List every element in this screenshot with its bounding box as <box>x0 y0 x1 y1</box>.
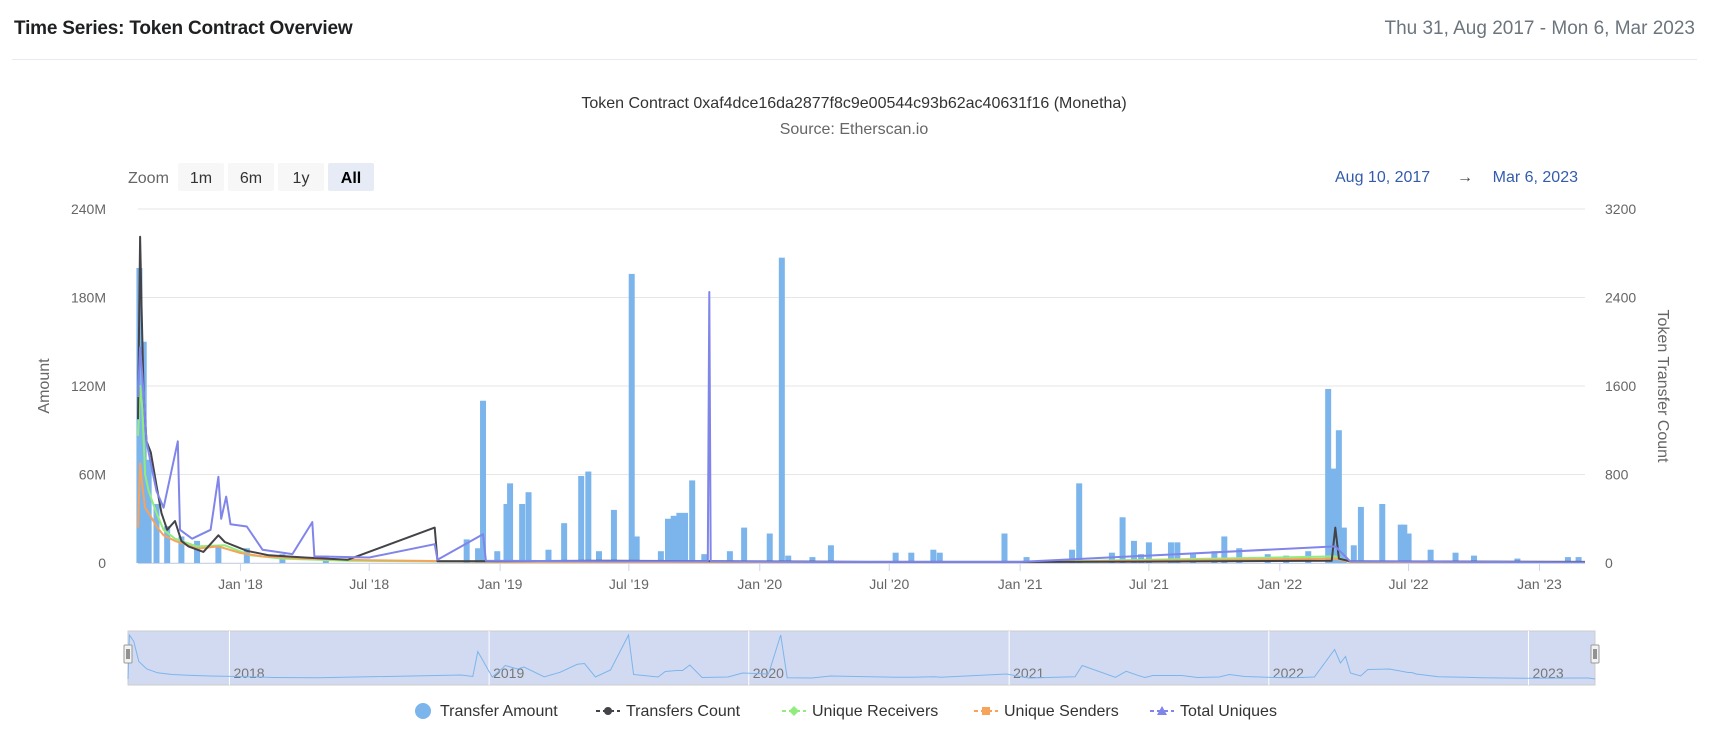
zoom-button-all-label: All <box>341 170 361 187</box>
zoom-button-6m-label: 6m <box>240 170 262 187</box>
y-left-tick-label: 240M <box>71 201 106 217</box>
legend-marker-icon <box>982 707 990 715</box>
y-right-tick-label: 0 <box>1605 555 1613 571</box>
transfer-amount-bar <box>585 471 592 563</box>
line-series <box>137 235 1586 564</box>
transfer-amount-bar <box>778 257 785 563</box>
navigator-handle-left[interactable] <box>123 644 133 664</box>
navigator-year-label: 2018 <box>233 665 264 681</box>
y-right-tick-label: 2400 <box>1605 290 1636 306</box>
range-from-input[interactable]: Aug 10, 2017 <box>1335 169 1430 186</box>
transfer-amount-bar <box>1001 533 1008 563</box>
transfer-amount-bar <box>610 509 617 563</box>
y-left-tick-label: 0 <box>98 555 106 571</box>
x-tick-label: Jan '18 <box>218 576 263 592</box>
transfers-count-line <box>137 235 1586 563</box>
y-right-tick-label: 1600 <box>1605 378 1636 394</box>
zoom-button-all[interactable]: All <box>328 163 374 191</box>
transfer-amount-bar <box>1325 388 1332 563</box>
y-right-tick-label: 800 <box>1605 467 1629 483</box>
plot-grid <box>138 208 1585 564</box>
legend-label: Transfers Count <box>626 703 741 720</box>
x-tick-label: Jul '20 <box>869 576 909 592</box>
legend-label: Transfer Amount <box>440 703 558 720</box>
range-arrow: → <box>1457 169 1473 186</box>
legend-marker-icon <box>604 707 612 715</box>
x-tick-label: Jan '21 <box>998 576 1043 592</box>
navigator-year-label: 2021 <box>1013 665 1044 681</box>
y-left-tick-label: 180M <box>71 290 106 306</box>
navigator-year-label: 2019 <box>493 665 524 681</box>
transfer-amount-bar <box>633 536 640 563</box>
chart-subtitle: Source: Etherscan.io <box>780 121 929 138</box>
y-left-axis-title: Amount <box>36 358 53 414</box>
transfer-amount-bar <box>194 540 201 563</box>
x-tick-label: Jul '18 <box>349 576 389 592</box>
transfer-amount-series <box>136 257 1582 563</box>
legend-unique-receivers[interactable]: Unique Receivers <box>782 703 938 720</box>
legend-label: Total Uniques <box>1180 703 1277 720</box>
navigator-handle-body <box>123 644 133 664</box>
y-left-tick-label: 120M <box>71 378 106 394</box>
range-to-input[interactable]: Mar 6, 2023 <box>1493 169 1578 186</box>
legend: Transfer Amount Transfers Count Unique Rec… <box>415 703 1277 720</box>
y-right-tick-label: 3200 <box>1605 201 1636 217</box>
transfer-amount-bar <box>1357 506 1364 563</box>
legend-unique-senders[interactable]: Unique Senders <box>974 703 1119 720</box>
x-tick-label: Jul '19 <box>609 576 649 592</box>
x-tick-label: Jul '22 <box>1389 576 1429 592</box>
transfer-amount-bar <box>741 527 748 563</box>
zoom-button-1y-label: 1y <box>293 170 310 187</box>
transfer-amount-bar <box>689 480 696 563</box>
transfer-amount-bar <box>676 512 683 563</box>
legend-transfers-count[interactable]: Transfers Count <box>596 703 741 720</box>
transfer-amount-bar <box>578 475 585 563</box>
transfer-amount-bar <box>1379 504 1386 563</box>
navigator-year-label: 2022 <box>1273 665 1304 681</box>
navigator-handle-body <box>1590 644 1600 664</box>
x-tick-label: Jan '22 <box>1257 576 1302 592</box>
y-right-axis-title: Token Transfer Count <box>1654 310 1671 464</box>
transfer-amount-bar <box>682 512 689 563</box>
transfer-amount-bar <box>525 492 532 563</box>
transfer-amount-bar <box>1076 483 1083 563</box>
zoom-button-1m[interactable]: 1m <box>178 163 224 191</box>
navigator[interactable]: 2018 2019 2020 2021 2022 2023 <box>123 630 1600 686</box>
time-series-chart: Token Contract 0xaf4dce16da2877f8c9e0054… <box>36 95 1671 720</box>
legend-label: Unique Receivers <box>812 703 938 720</box>
transfer-amount-bar <box>507 483 514 563</box>
transfer-amount-bar <box>766 533 773 563</box>
transfer-amount-bar <box>561 523 568 563</box>
transfer-amount-bar <box>827 545 834 563</box>
zoom-button-1y[interactable]: 1y <box>278 163 324 191</box>
transfer-amount-bar <box>664 518 671 563</box>
navigator-handle-right[interactable] <box>1590 644 1600 664</box>
legend-total-uniques[interactable]: Total Uniques <box>1150 703 1277 720</box>
unique-senders-line <box>137 462 1586 564</box>
zoom-button-6m[interactable]: 6m <box>228 163 274 191</box>
transfer-amount-bar <box>670 515 677 563</box>
transfer-amount-bar <box>1405 533 1412 563</box>
transfer-amount-bar <box>519 504 526 563</box>
x-tick-label: Jan '19 <box>478 576 523 592</box>
zoom-label: Zoom <box>128 170 169 187</box>
y-left-axis: 0 60M 120M 180M 240M <box>71 201 106 571</box>
legend-marker-icon <box>415 703 431 719</box>
transfer-amount-bar <box>628 273 635 563</box>
x-tick-label: Jan '20 <box>737 576 782 592</box>
x-tick-label: Jul '21 <box>1129 576 1169 592</box>
x-axis: Jan '18 Jul '18 Jan '19 Jul '19 Jan '20 Jul '… <box>138 563 1585 592</box>
total-uniques-line <box>137 291 1586 564</box>
x-tick-label: Jan '23 <box>1517 576 1562 592</box>
legend-transfer-amount[interactable]: Transfer Amount <box>415 703 558 720</box>
zoom-button-1m-label: 1m <box>190 170 212 187</box>
legend-label: Unique Senders <box>1004 703 1119 720</box>
y-right-axis: 0 800 1600 2400 3200 <box>1605 201 1636 571</box>
legend-marker-icon <box>789 706 799 716</box>
y-left-tick-label: 60M <box>79 467 106 483</box>
chart-title: Token Contract 0xaf4dce16da2877f8c9e0054… <box>581 95 1126 112</box>
